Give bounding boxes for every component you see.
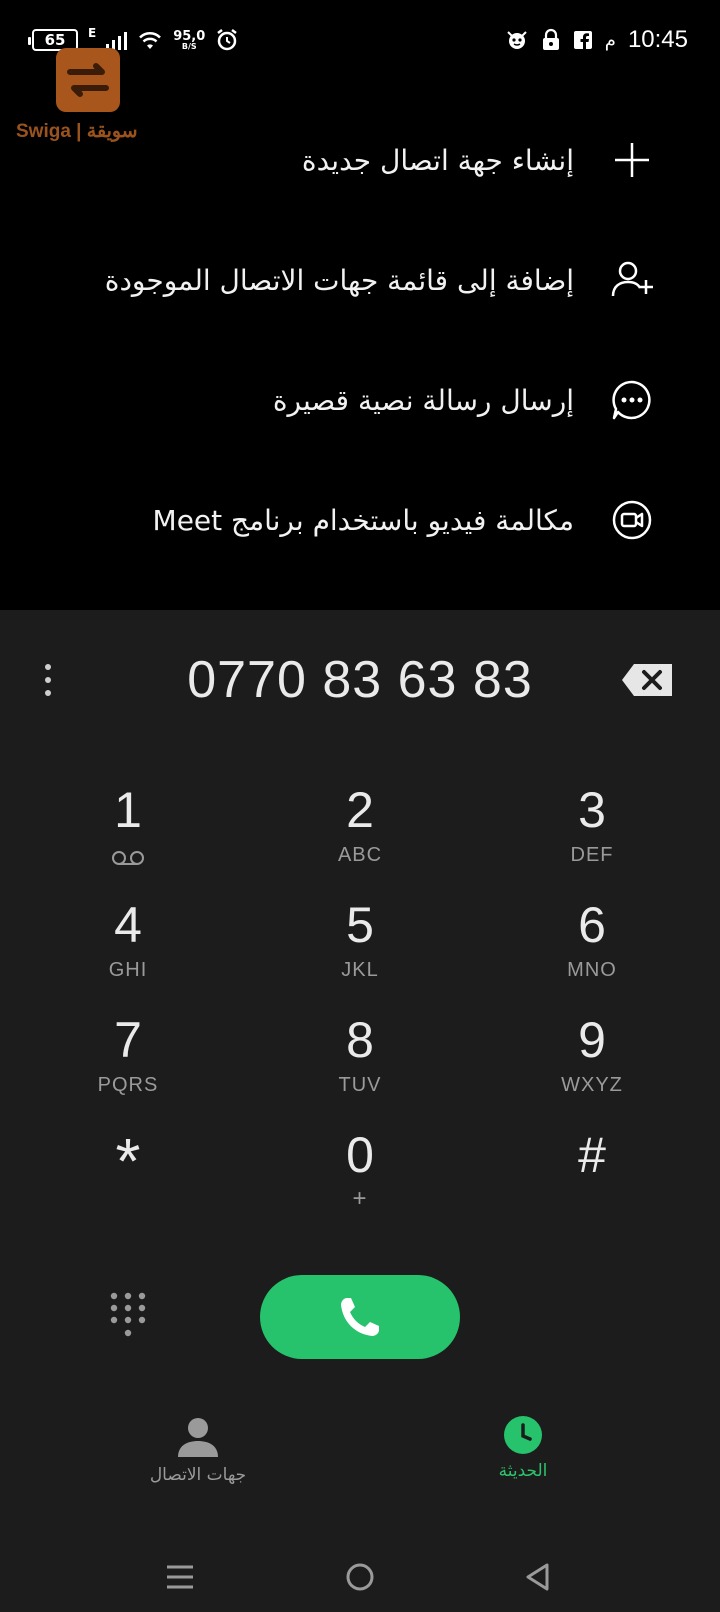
key-8[interactable]: 8 TUV (244, 1010, 476, 1125)
back-triangle-icon (526, 1563, 549, 1591)
key-letters: PQRS (97, 1074, 159, 1096)
clock: 10:45 (627, 26, 688, 53)
dialer-panel: 0770 83 63 83 1 2 ABC 3 DEF 4 GHI 5 JKL … (0, 610, 720, 1612)
status-right: م 10:45 (505, 26, 688, 54)
add-person-icon (610, 258, 654, 302)
ampm-indicator: م (604, 29, 616, 51)
tab-label: جهات الاتصال (149, 1465, 247, 1485)
key-letters: JKL (341, 959, 379, 981)
backspace-icon (622, 664, 672, 696)
key-hash[interactable]: # (476, 1125, 708, 1240)
alarm-icon (217, 29, 238, 51)
key-letters: GHI (108, 959, 148, 981)
menu-item-label: إرسال رسالة نصية قصيرة (272, 383, 574, 417)
key-digit: 2 (346, 782, 374, 838)
key-letters: ABC (337, 844, 383, 866)
person-icon (178, 1418, 218, 1457)
more-vertical-icon (45, 664, 51, 696)
menu-item-label: مكالمة فيديو باستخدام برنامج Meet (152, 503, 574, 537)
system-nav-bar (0, 1545, 720, 1605)
dialpad-icon (110, 1292, 146, 1337)
tab-label: الحديثة (498, 1461, 548, 1481)
key-digit: 5 (346, 897, 374, 953)
lock-notification-icon (542, 28, 559, 50)
menu-item-meet-video[interactable]: مكالمة فيديو باستخدام برنامج Meet (0, 460, 720, 580)
key-digit: # (578, 1127, 606, 1183)
network-type: E (88, 26, 97, 40)
key-9[interactable]: 9 WXYZ (476, 1010, 708, 1125)
backspace-button[interactable] (620, 660, 676, 700)
tab-recent[interactable]: الحديثة (423, 1415, 623, 1481)
recents-nav-button[interactable] (158, 1555, 202, 1599)
menu-item-add-existing[interactable]: إضافة إلى قائمة جهات الاتصال الموجودة (0, 220, 720, 340)
video-call-icon (610, 498, 654, 542)
speed-value: 95,0 (173, 28, 206, 44)
phone-icon (341, 1298, 379, 1336)
key-5[interactable]: 5 JKL (244, 895, 476, 1010)
menu-item-create-contact[interactable]: إنشاء جهة اتصال جديدة (0, 100, 720, 220)
bottom-tabs: جهات الاتصال الحديثة (0, 1415, 720, 1515)
key-letters: MNO (567, 959, 617, 981)
speed-unit: B/S (181, 41, 197, 51)
key-letters: TUV (338, 1074, 382, 1096)
number-row: 0770 83 63 83 (0, 640, 720, 720)
app-notification-icon (507, 31, 527, 49)
back-nav-button[interactable] (516, 1555, 560, 1599)
key-digit: 7 (114, 1012, 142, 1068)
key-4[interactable]: 4 GHI (12, 895, 244, 1010)
menu-lines-icon (167, 1565, 193, 1589)
key-7[interactable]: 7 PQRS (12, 1010, 244, 1125)
more-options-button[interactable] (30, 658, 66, 702)
call-row (0, 1275, 720, 1365)
menu-item-label: إضافة إلى قائمة جهات الاتصال الموجودة (104, 263, 574, 297)
key-digit: 4 (114, 897, 142, 953)
menu-item-send-sms[interactable]: إرسال رسالة نصية قصيرة (0, 340, 720, 460)
key-0[interactable]: 0 + (244, 1125, 476, 1240)
key-3[interactable]: 3 DEF (476, 780, 708, 895)
dialed-number[interactable]: 0770 83 63 83 (187, 650, 533, 710)
contact-actions-menu: إنشاء جهة اتصال جديدة إضافة إلى قائمة جه… (0, 100, 720, 580)
key-6[interactable]: 6 MNO (476, 895, 708, 1010)
voicemail-icon (112, 851, 144, 865)
key-2[interactable]: 2 ABC (244, 780, 476, 895)
home-circle-icon (346, 1563, 374, 1591)
key-digit: 3 (578, 782, 606, 838)
key-letters: DEF (570, 844, 614, 866)
message-icon (610, 378, 654, 422)
key-digit: 0 (346, 1127, 374, 1183)
key-digit: 9 (578, 1012, 606, 1068)
key-star[interactable]: * (12, 1125, 244, 1240)
key-digit: 6 (578, 897, 606, 953)
hide-keypad-button[interactable] (100, 1287, 156, 1343)
keypad: 1 2 ABC 3 DEF 4 GHI 5 JKL 6 MNO 7 PQRS 8… (12, 780, 708, 1240)
key-letters: WXYZ (561, 1074, 623, 1096)
key-digit: 8 (346, 1012, 374, 1068)
facebook-icon (573, 31, 592, 49)
menu-item-label: إنشاء جهة اتصال جديدة (301, 143, 574, 177)
recent-clock-icon (504, 1416, 542, 1454)
plus-icon (610, 138, 654, 182)
key-letters: + (352, 1185, 368, 1212)
key-1[interactable]: 1 (12, 780, 244, 895)
call-button[interactable] (260, 1275, 460, 1359)
key-digit: * (115, 1125, 141, 1197)
network-speed: 95,0 B/S (173, 30, 205, 51)
home-nav-button[interactable] (338, 1555, 382, 1599)
tab-contacts[interactable]: جهات الاتصال (98, 1415, 298, 1485)
key-digit: 1 (114, 782, 142, 838)
